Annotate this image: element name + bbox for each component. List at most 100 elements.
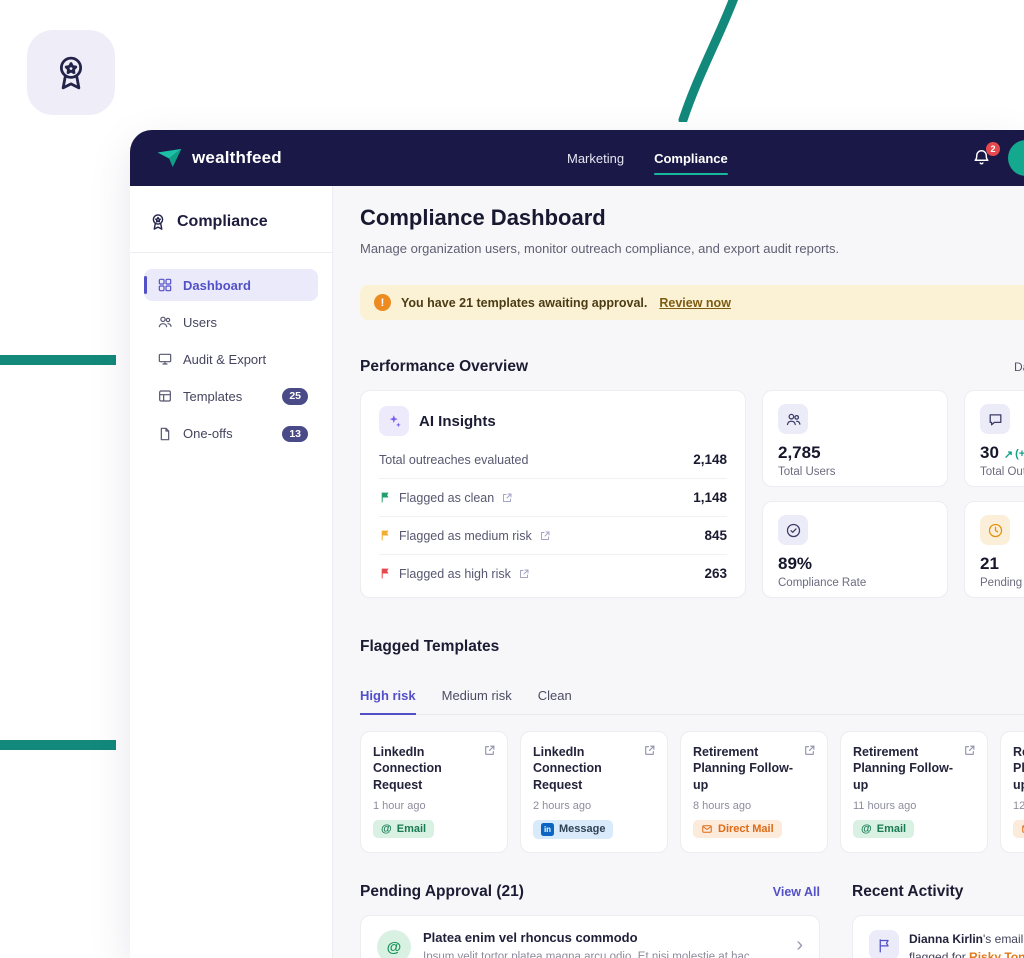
ai-insights-title: AI Insights xyxy=(419,413,496,430)
clock-icon xyxy=(980,515,1010,545)
external-link-icon[interactable] xyxy=(539,530,551,542)
channel-badge-email: @ Email xyxy=(373,820,434,838)
template-time: 1 hour ago xyxy=(373,800,495,812)
template-card[interactable]: Retirement Planning Follow-up 11 hours a… xyxy=(840,731,988,853)
ai-row-total-evaluated: Total outreaches evaluated 2,148 xyxy=(379,441,727,478)
sidebar-item-users[interactable]: Users xyxy=(144,306,318,338)
monitor-icon xyxy=(157,351,173,367)
email-channel-icon: @ xyxy=(377,930,411,958)
template-card[interactable]: LinkedIn Connection Request 2 hours ago … xyxy=(520,731,668,853)
check-circle-icon xyxy=(778,515,808,545)
stat-column-2: 30 ↗(+4%) Total Outreaches 21 Pending Ap… xyxy=(964,390,1024,598)
pending-approval-heading: Pending Approval (21) xyxy=(360,883,524,901)
decorative-bar-top xyxy=(0,355,116,365)
performance-overview-heading: Performance Overview xyxy=(360,358,528,375)
users-icon xyxy=(157,314,173,330)
at-icon: @ xyxy=(861,823,872,835)
stat-value: 89% xyxy=(778,554,812,574)
external-link-icon[interactable] xyxy=(963,744,976,757)
sidebar-item-label: Audit & Export xyxy=(183,352,266,367)
external-link-icon[interactable] xyxy=(501,492,513,504)
sidebar-item-templates[interactable]: Templates 25 xyxy=(144,380,318,413)
channel-label: Direct Mail xyxy=(718,823,774,835)
template-title: Retirement Planning Follow-up xyxy=(1013,744,1024,793)
tab-high-risk[interactable]: High risk xyxy=(360,688,416,715)
top-header: wealthfeed Marketing Compliance 2 xyxy=(130,130,1024,186)
stat-label: Pending Approvals xyxy=(980,577,1024,589)
page-title: Compliance Dashboard xyxy=(360,205,1024,231)
pending-item[interactable]: @ Platea enim vel rhoncus commodo Ipsum … xyxy=(377,930,803,958)
tab-medium-risk[interactable]: Medium risk xyxy=(442,688,512,714)
template-time: 12 hours ago xyxy=(1013,800,1024,812)
recent-activity-section: Recent Activity Dianna Kirlin's email te… xyxy=(852,883,1024,958)
activity-item[interactable]: Dianna Kirlin's email template was flagg… xyxy=(869,930,1024,958)
channel-badge-message: in Message xyxy=(533,820,613,839)
flag-amber-icon xyxy=(379,529,392,542)
sidebar-item-label: Templates xyxy=(183,389,242,404)
pending-item-description: Ipsum velit tortor platea magna arcu odi… xyxy=(423,949,753,958)
one-offs-count-badge: 13 xyxy=(282,426,308,443)
stat-column-1: 2,785 Total Users 89% Compliance Rate xyxy=(762,390,948,598)
ai-row-clean: Flagged as clean 1,148 xyxy=(379,478,727,516)
main-content: Compliance Dashboard Manage organization… xyxy=(333,186,1024,958)
sidebar-item-label: One-offs xyxy=(183,426,233,441)
chevron-right-icon[interactable]: › xyxy=(796,935,803,955)
sidebar-item-audit-export[interactable]: Audit & Export xyxy=(144,343,318,375)
sidebar-item-one-offs[interactable]: One-offs 13 xyxy=(144,418,318,451)
date-range-label[interactable]: Date range xyxy=(1014,360,1024,374)
sidebar: Compliance Dashboard xyxy=(130,186,333,958)
grid-icon xyxy=(157,277,173,293)
templates-count-badge: 25 xyxy=(282,388,308,405)
stat-label: Compliance Rate xyxy=(778,577,932,589)
external-link-icon[interactable] xyxy=(518,568,530,580)
bottom-sections: Pending Approval (21) View All @ Platea … xyxy=(360,883,1024,958)
template-title: LinkedIn Connection Request xyxy=(533,744,637,793)
template-title: Retirement Planning Follow-up xyxy=(693,744,797,793)
performance-cards: AI Insights Total outreaches evaluated 2… xyxy=(360,390,1024,598)
template-card[interactable]: Retirement Planning Follow-up 12 hours a… xyxy=(1000,731,1024,853)
stat-label: Total Outreaches xyxy=(980,466,1024,478)
flagged-templates-heading: Flagged Templates xyxy=(360,638,1024,656)
sidebar-item-label: Users xyxy=(183,315,217,330)
ai-insights-rows: Total outreaches evaluated 2,148 Flagged… xyxy=(379,441,727,592)
pending-approval-section: Pending Approval (21) View All @ Platea … xyxy=(360,883,820,958)
stat-value: 30 xyxy=(980,443,999,463)
page-subtitle: Manage organization users, monitor outre… xyxy=(360,241,1024,256)
document-icon xyxy=(157,426,173,442)
risk-tabs: High risk Medium risk Clean xyxy=(360,688,1024,715)
compliance-rate-card: 89% Compliance Rate xyxy=(762,501,948,598)
recent-activity-heading: Recent Activity xyxy=(852,883,1024,901)
external-link-icon[interactable] xyxy=(483,744,496,757)
trend-up-icon: ↗ xyxy=(1004,448,1013,461)
view-all-link[interactable]: View All xyxy=(773,885,820,899)
nav-marketing[interactable]: Marketing xyxy=(567,151,624,166)
notifications-button[interactable]: 2 xyxy=(972,148,992,168)
notification-count-badge: 2 xyxy=(986,142,1000,156)
template-card[interactable]: Retirement Planning Follow-up 8 hours ag… xyxy=(680,731,828,853)
external-link-icon[interactable] xyxy=(643,744,656,757)
channel-badge-email: @ Email xyxy=(853,820,914,838)
brand-name: wealthfeed xyxy=(192,148,282,168)
template-title: Retirement Planning Follow-up xyxy=(853,744,957,793)
primary-nav: Marketing Compliance xyxy=(567,130,728,186)
risk-label: Risky Tone xyxy=(969,950,1024,958)
template-time: 11 hours ago xyxy=(853,800,975,812)
flag-icon xyxy=(869,930,899,958)
at-icon: @ xyxy=(381,823,392,835)
approval-alert-banner: ! You have 21 templates awaiting approva… xyxy=(360,285,1024,320)
user-avatar[interactable] xyxy=(1008,140,1024,176)
external-link-icon[interactable] xyxy=(803,744,816,757)
tab-clean[interactable]: Clean xyxy=(538,688,572,714)
template-card[interactable]: LinkedIn Connection Request 1 hour ago @… xyxy=(360,731,508,853)
channel-label: Email xyxy=(877,823,906,835)
sidebar-item-dashboard[interactable]: Dashboard xyxy=(144,269,318,301)
nav-compliance[interactable]: Compliance xyxy=(654,151,728,166)
app-body: Compliance Dashboard xyxy=(130,186,1024,958)
activity-text: Dianna Kirlin's email template was flagg… xyxy=(909,930,1024,958)
ai-row-medium-risk: Flagged as medium risk 845 xyxy=(379,516,727,554)
brand-logo[interactable]: wealthfeed xyxy=(156,147,282,169)
ai-insights-card: AI Insights Total outreaches evaluated 2… xyxy=(360,390,746,598)
review-now-link[interactable]: Review now xyxy=(659,296,731,310)
activity-user-name: Dianna Kirlin xyxy=(909,932,983,946)
flag-green-icon xyxy=(379,491,392,504)
